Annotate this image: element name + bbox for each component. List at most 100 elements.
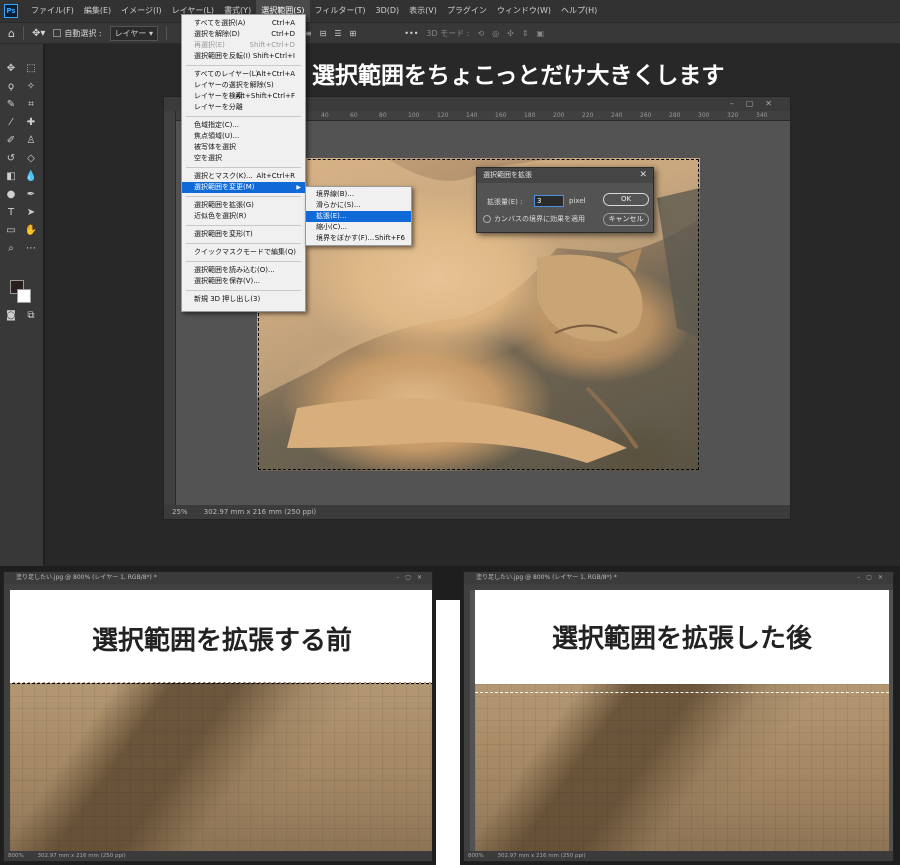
menu-item[interactable]: イメージ(I) xyxy=(116,0,166,22)
modify-submenu-item[interactable]: 滑らかに(S)... xyxy=(306,200,411,211)
3d-slide-icon[interactable]: ⇕ xyxy=(522,29,529,38)
modify-submenu-item[interactable]: 境界をぼかす(F)... Shift+F6 xyxy=(306,233,411,244)
crop-tool-icon[interactable]: ⌗ xyxy=(24,98,38,112)
select-menu-item[interactable]: 選択範囲を保存(V)... xyxy=(182,276,305,287)
auto-select-target-value: レイヤー xyxy=(114,28,147,38)
blur-tool-icon[interactable]: 💧 xyxy=(24,170,38,184)
menu-item[interactable]: ファイル(F) xyxy=(26,0,79,22)
brush-tool-icon[interactable]: ✐ xyxy=(4,134,18,148)
close-icon[interactable]: ✕ xyxy=(639,168,647,183)
auto-select-target-dropdown[interactable]: レイヤー ▾ xyxy=(109,25,158,41)
3d-orbit-icon[interactable]: ⟲ xyxy=(477,29,484,38)
screen-mode-icon[interactable]: ⧉ xyxy=(24,309,38,323)
marquee-tool-icon[interactable]: ⬚ xyxy=(24,62,38,76)
modify-submenu-item[interactable]: 縮小(C)... xyxy=(306,222,411,233)
select-menu-item[interactable]: 空を選択 xyxy=(182,153,305,164)
select-menu-item[interactable]: 選択とマスク(K)... Alt+Ctrl+R xyxy=(182,171,305,182)
3d-roll-icon[interactable]: ◎ xyxy=(492,29,499,38)
select-menu-item[interactable]: すべてを選択(A) Ctrl+A xyxy=(182,18,305,29)
after-panel-tab[interactable]: 塗り足したい.jpg @ 800% (レイヤー 1, RGB/8*) * xyxy=(464,572,893,584)
align-center-icon[interactable]: ⊟ xyxy=(320,29,327,38)
after-caption: 選択範囲を拡張した後 xyxy=(551,624,812,654)
select-menu-item[interactable]: 選択範囲を変更(M) ▶ xyxy=(182,182,305,193)
select-menu-item[interactable]: 色域指定(C)... xyxy=(182,120,305,131)
stamp-tool-icon[interactable]: ♙ xyxy=(24,134,38,148)
history-brush-icon[interactable]: ↺ xyxy=(4,152,18,166)
menu-item[interactable]: 3D(D) xyxy=(371,0,405,22)
menu-item[interactable]: ウィンドウ(W) xyxy=(492,0,556,22)
select-menu-item[interactable]: 選択範囲を拡張(G) xyxy=(182,200,305,211)
expand-amount-input[interactable]: 3 xyxy=(534,195,564,207)
gradient-tool-icon[interactable]: ◧ xyxy=(4,170,18,184)
lasso-tool-icon[interactable]: ϙ xyxy=(4,80,18,94)
background-color-swatch[interactable] xyxy=(17,289,31,303)
3d-scale-icon[interactable]: ▣ xyxy=(537,29,545,38)
select-menu-item[interactable]: レイヤーを分離 xyxy=(182,102,305,113)
zoom-tool-icon[interactable]: ⌕ xyxy=(4,242,18,256)
zoom-level[interactable]: 800% xyxy=(468,853,484,859)
align-right-icon[interactable]: ☰ xyxy=(334,29,341,38)
eraser-tool-icon[interactable]: ◇ xyxy=(24,152,38,166)
magic-wand-icon[interactable]: ✧ xyxy=(24,80,38,94)
ruler-tick-label: 60 xyxy=(350,112,358,119)
healing-brush-icon[interactable]: ✚ xyxy=(24,116,38,130)
move-tool-icon[interactable]: ✥▾ xyxy=(32,28,45,39)
select-menu-item[interactable]: 選択範囲を変形(T) xyxy=(182,229,305,240)
menu-item-label: 被写体を選択 xyxy=(194,143,236,151)
quick-mask-icon[interactable]: ◙ xyxy=(4,309,18,323)
window-controls[interactable]: –▢✕ xyxy=(857,572,889,584)
menu-item[interactable]: 表示(V) xyxy=(404,0,442,22)
window-controls[interactable]: –▢✕ xyxy=(730,97,784,111)
menu-item-label: すべてのレイヤー(L) xyxy=(194,70,259,78)
unit-label: pixel xyxy=(569,197,586,205)
menu-item-label: 近似色を選択(R) xyxy=(194,212,247,220)
cancel-button[interactable]: キャンセル xyxy=(603,213,649,226)
menu-item[interactable]: フィルター(T) xyxy=(310,0,371,22)
menu-item-label: 選択範囲を保存(V)... xyxy=(194,277,260,285)
select-menu-item[interactable]: 近似色を選択(R) xyxy=(182,211,305,222)
modify-submenu-item[interactable]: 拡張(E)... xyxy=(306,211,411,222)
zoomed-pixels-after[interactable] xyxy=(475,684,889,853)
select-menu-item[interactable]: 焦点領域(U)... xyxy=(182,131,305,142)
zoomed-pixels-before[interactable] xyxy=(10,682,432,853)
shape-tool-icon[interactable]: ▭ xyxy=(4,224,18,238)
quick-select-icon[interactable]: ✎ xyxy=(4,98,18,112)
auto-select-checkbox[interactable]: 自動選択 : xyxy=(53,28,102,39)
menu-item[interactable]: ヘルプ(H) xyxy=(556,0,602,22)
more-tools-icon[interactable]: ⋯ xyxy=(24,242,38,256)
select-menu-item[interactable]: すべてのレイヤー(L) Alt+Ctrl+A xyxy=(182,69,305,80)
window-controls[interactable]: –▢✕ xyxy=(396,572,428,584)
menu-item[interactable]: プラグイン xyxy=(442,0,492,22)
eyedropper-icon[interactable]: ⁄ xyxy=(4,116,18,130)
before-panel-tab[interactable]: 塗り足したい.jpg @ 800% (レイヤー 1, RGB/8*) * xyxy=(4,572,432,584)
canvas-bounds-checkbox[interactable] xyxy=(483,215,491,223)
select-menu-item[interactable]: レイヤーを検索 Alt+Shift+Ctrl+F xyxy=(182,91,305,102)
path-select-icon[interactable]: ➤ xyxy=(24,206,38,220)
dodge-tool-icon[interactable]: ● xyxy=(4,188,18,202)
type-tool-icon[interactable]: T xyxy=(4,206,18,220)
select-menu-item[interactable]: 再選択(E) Shift+Ctrl+D xyxy=(182,40,305,51)
pen-tool-icon[interactable]: ✒ xyxy=(24,188,38,202)
ok-button[interactable]: OK xyxy=(603,193,649,206)
ruler-tick-label: 340 xyxy=(756,112,768,119)
select-menu-item[interactable]: クイックマスクモードで編集(Q) xyxy=(182,247,305,258)
move-tool-icon[interactable]: ✥ xyxy=(4,62,18,76)
home-icon[interactable]: ⌂ xyxy=(8,27,15,40)
auto-select-label: 自動選択 : xyxy=(64,28,102,38)
distribute-icon[interactable]: ⊞ xyxy=(350,29,357,38)
3d-pan-icon[interactable]: ✣ xyxy=(507,29,514,38)
select-menu-item[interactable]: 選択範囲を読み込む(O)... xyxy=(182,265,305,276)
hand-tool-icon[interactable]: ✋ xyxy=(24,224,38,238)
zoom-level[interactable]: 800% xyxy=(8,853,24,859)
modify-submenu-item[interactable]: 境界線(B)... xyxy=(306,189,411,200)
select-menu-item[interactable]: レイヤーの選択を解除(S) xyxy=(182,80,305,91)
select-menu-item[interactable]: 新規 3D 押し出し(3) xyxy=(182,294,305,305)
more-options-icon[interactable]: ••• xyxy=(404,29,418,38)
menu-item[interactable]: 編集(E) xyxy=(79,0,116,22)
expand-selection-dialog: 選択範囲を拡張 ✕ 拡張量(E) : 3 pixel カンバスの境界に効果を適用… xyxy=(476,167,654,233)
zoom-level[interactable]: 25% xyxy=(172,508,188,516)
select-menu-item[interactable]: 選択範囲を反転(I) Shift+Ctrl+I xyxy=(182,51,305,62)
menu-item-label: 選択範囲を変更(M) xyxy=(194,183,255,191)
select-menu-item[interactable]: 被写体を選択 xyxy=(182,142,305,153)
select-menu-item[interactable]: 選択を解除(D) Ctrl+D xyxy=(182,29,305,40)
